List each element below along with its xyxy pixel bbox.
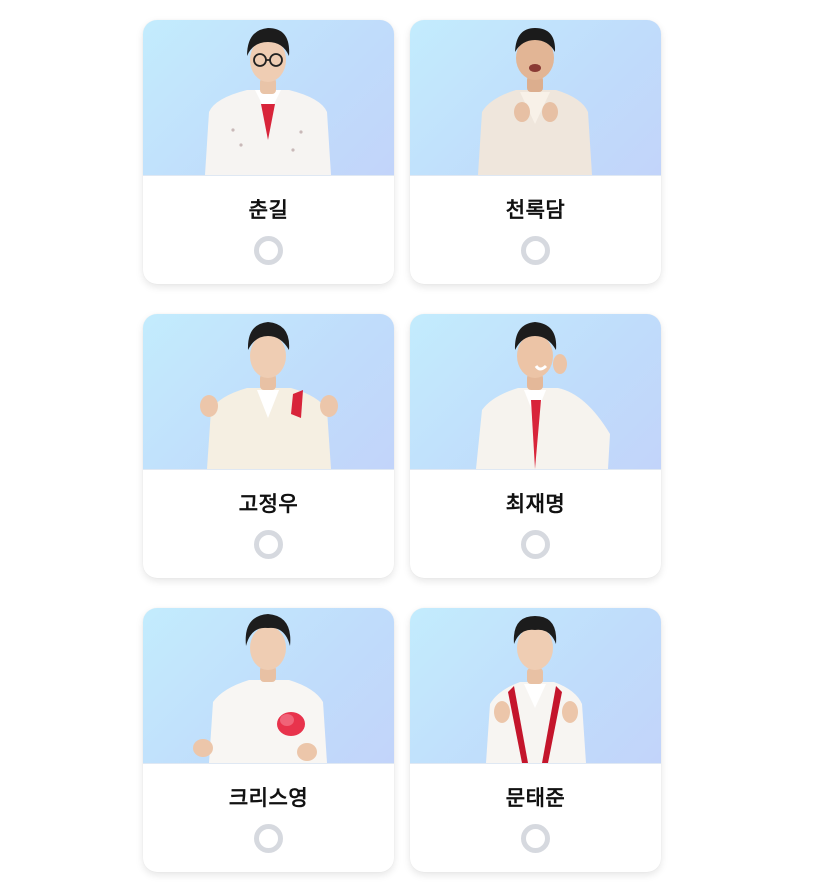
candidate-photo [410, 314, 661, 470]
candidate-card[interactable]: 최재명 [410, 314, 661, 578]
select-radio[interactable] [254, 236, 283, 265]
select-radio[interactable] [254, 530, 283, 559]
candidate-name: 춘길 [248, 198, 289, 222]
candidate-name: 크리스영 [228, 786, 309, 810]
select-radio[interactable] [521, 824, 550, 853]
candidate-name: 문태준 [505, 786, 566, 810]
select-radio[interactable] [254, 824, 283, 853]
candidate-photo [143, 314, 394, 470]
candidate-photo [410, 20, 661, 176]
select-radio[interactable] [521, 530, 550, 559]
candidate-name: 최재명 [505, 492, 566, 516]
person-portrait [193, 614, 327, 763]
person-portrait [200, 322, 338, 469]
person-portrait [205, 28, 331, 175]
person-portrait [476, 322, 610, 469]
candidate-card[interactable]: 고정우 [143, 314, 394, 578]
candidate-photo [410, 608, 661, 764]
candidate-photo [143, 20, 394, 176]
candidate-name: 천록담 [505, 198, 566, 222]
candidate-name: 고정우 [238, 492, 299, 516]
candidate-card[interactable]: 문태준 [410, 608, 661, 872]
candidate-card[interactable]: 크리스영 [143, 608, 394, 872]
select-radio[interactable] [521, 236, 550, 265]
person-portrait [478, 28, 592, 175]
candidate-card[interactable]: 춘길 [143, 20, 394, 284]
person-portrait [486, 616, 586, 763]
candidate-grid: 춘길 천록담 고정우 최재명 크리스영 문태준 [143, 20, 661, 872]
candidate-photo [143, 608, 394, 764]
candidate-card[interactable]: 천록담 [410, 20, 661, 284]
